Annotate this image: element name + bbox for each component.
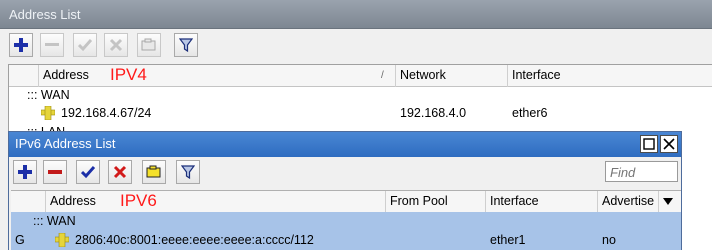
column-header-label: Interface [512, 68, 561, 82]
close-icon [663, 138, 675, 150]
filter-button[interactable] [176, 160, 200, 184]
remove-button[interactable] [43, 160, 67, 184]
column-header-label: Address [50, 194, 96, 208]
ipv6-address-list-window: IPv6 Address List Find Address From Pool… [8, 131, 682, 250]
filter-icon [181, 164, 195, 179]
disable-button[interactable] [104, 33, 128, 57]
column-header-from-pool[interactable]: From Pool [386, 191, 486, 213]
enable-button[interactable] [73, 33, 97, 57]
ipv6-address-list-titlebar[interactable]: IPv6 Address List [9, 132, 681, 157]
column-header-advertise[interactable]: Advertise [598, 191, 659, 213]
flag-cell: G [15, 233, 25, 247]
advertise-cell: no [602, 233, 616, 247]
address-icon [54, 230, 70, 248]
column-header-interface[interactable]: Interface [486, 191, 598, 213]
minus-icon [45, 43, 59, 46]
sort-indicator: / [381, 70, 384, 81]
column-header-address[interactable]: Address [46, 191, 386, 213]
filter-icon [179, 37, 193, 52]
network-cell: 192.168.4.0 [400, 106, 467, 120]
ipv6-annotation: IPV6 [120, 191, 157, 210]
address-list-toolbar [0, 30, 712, 64]
column-header-network[interactable]: Network [396, 65, 508, 87]
interface-cell: ether1 [490, 233, 526, 247]
interface-cell: ether6 [512, 106, 548, 120]
column-menu-button[interactable] [659, 191, 679, 213]
find-input[interactable] [605, 161, 678, 182]
window-title: Address List [9, 7, 81, 22]
remove-button[interactable] [40, 33, 64, 57]
address-cell: 2806:40c:8001:eeee:eeee:eeee:a:cccc/112 [75, 233, 314, 247]
enable-button[interactable] [76, 160, 100, 184]
minus-icon [48, 170, 62, 174]
group-label: ::: WAN [27, 88, 70, 102]
maximize-button[interactable] [640, 135, 658, 153]
column-header-label: Address [43, 68, 89, 82]
column-header-label: From Pool [390, 194, 448, 208]
address-list-titlebar[interactable]: Address List [0, 0, 712, 29]
maximize-icon [643, 138, 655, 150]
group-row[interactable]: ::: WAN [9, 86, 712, 104]
address-cell: 192.168.4.67/24 [61, 106, 152, 120]
column-header-label: Advertise [602, 194, 655, 208]
check-icon [78, 39, 92, 52]
cross-icon [109, 38, 123, 52]
address-icon [40, 104, 56, 122]
column-header-label: Interface [490, 194, 539, 208]
ipv6-toolbar [9, 157, 681, 189]
plus-icon [18, 165, 32, 179]
filter-button[interactable] [174, 33, 198, 57]
chevron-down-icon [663, 198, 673, 205]
from-pool-cell [386, 230, 390, 248]
table-header: Address From Pool Interface Advertise IP… [11, 191, 681, 213]
flag-column-header[interactable] [9, 65, 39, 87]
comment-icon [146, 165, 161, 178]
add-button[interactable] [13, 160, 37, 184]
cross-icon [113, 165, 127, 179]
column-header-address[interactable]: Address / [39, 65, 396, 87]
window-title: IPv6 Address List [15, 136, 116, 151]
comment-icon [141, 38, 156, 51]
flag-column-header[interactable] [11, 191, 46, 213]
ipv4-annotation: IPV4 [110, 65, 147, 84]
close-button[interactable] [660, 135, 678, 153]
table-row[interactable]: 192.168.4.67/24 192.168.4.0 ether6 [9, 104, 712, 122]
group-label: ::: WAN [33, 214, 76, 228]
disable-button[interactable] [108, 160, 132, 184]
add-button[interactable] [9, 33, 33, 57]
check-icon [81, 166, 95, 179]
table-row[interactable]: G 2806:40c:8001:eeee:eeee:eeee:a:cccc/11… [11, 230, 681, 250]
comment-button[interactable] [137, 33, 161, 57]
column-header-label: Network [400, 68, 446, 82]
group-row[interactable]: ::: WAN [11, 212, 681, 230]
comment-button[interactable] [142, 160, 166, 184]
ipv6-address-table: Address From Pool Interface Advertise IP… [11, 190, 681, 250]
column-header-interface[interactable]: Interface [508, 65, 712, 87]
table-header: Address / Network Interface IPV4 [9, 65, 712, 87]
plus-icon [14, 38, 28, 52]
